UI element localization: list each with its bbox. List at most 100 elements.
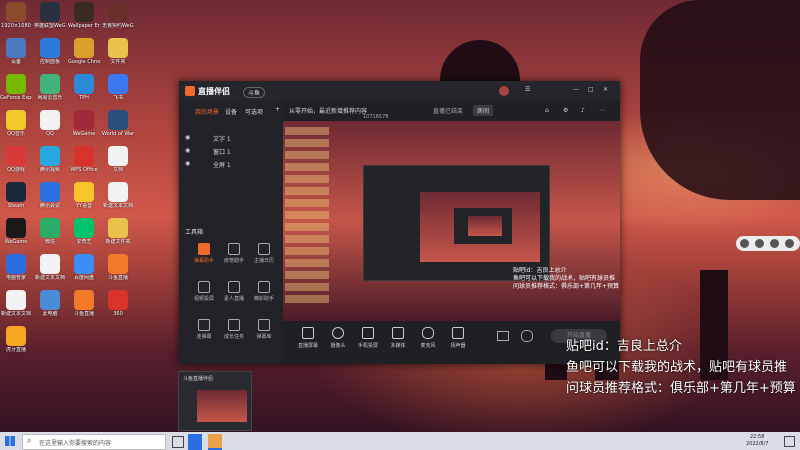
maximize-icon[interactable]: □ (588, 86, 594, 93)
desktop-icon[interactable]: 飞书 (102, 74, 134, 101)
close-icon[interactable]: ✕ (603, 86, 608, 93)
desktop-icon[interactable]: 斗鱼直播 (68, 290, 100, 317)
desktop-icon[interactable]: 此电脑 (34, 290, 66, 317)
taskbar-search[interactable]: ⌕ 在这里输入你要搜索的内容 (22, 434, 166, 450)
eye-icon[interactable]: ◉ (185, 134, 190, 141)
desktop-icon[interactable]: WeGame (0, 218, 32, 245)
desktop-icon-label: 控制面板 (39, 59, 60, 65)
floating-button-4[interactable] (785, 239, 794, 248)
desktop-icon[interactable]: 微信 (34, 218, 66, 245)
desktop-icon[interactable]: WPS Office (68, 146, 100, 173)
eye-icon[interactable]: ◉ (185, 147, 190, 154)
desktop-icon[interactable]: 电脑管家 (0, 254, 32, 281)
task-view-icon[interactable] (172, 436, 184, 448)
clock-date[interactable]: 2022/8/7 (746, 441, 768, 447)
desktop-icon[interactable]: WeGame (68, 110, 100, 137)
desktop-icon[interactable]: 设备 (0, 38, 32, 65)
desktop-icon[interactable]: 无畏契约WeGame版 (102, 2, 134, 29)
desktop-icon[interactable]: 虎牙直播 (0, 326, 32, 353)
floating-button-2[interactable] (755, 239, 764, 248)
more-icon[interactable]: ⋯ (599, 107, 605, 114)
tab-my-scenes[interactable]: 我的场景 (195, 107, 219, 116)
tool-room-admin[interactable]: 房管助手 (217, 241, 251, 269)
desktop-icon[interactable]: QQ游戏 (0, 146, 32, 173)
add-media-button[interactable]: 多媒体 (385, 327, 411, 349)
desktop-icon[interactable]: 文件夹 (102, 38, 134, 65)
desktop-icon[interactable]: 新建文本文档 (34, 254, 66, 281)
caption-line-1: 贴吧id：吉良上总介 (566, 339, 682, 354)
add-scene-icon[interactable]: + (275, 106, 280, 113)
desktop-icon[interactable]: Wallpaper Engine (68, 2, 100, 29)
desktop-icon-label: 文档 (112, 167, 123, 173)
desktop-icon[interactable]: QQ (34, 110, 66, 137)
menu-icon[interactable]: ☰ (525, 86, 530, 93)
notification-icon[interactable] (784, 436, 795, 447)
tool-danmaku-library[interactable]: 弹幕库 (247, 317, 281, 345)
scene-item-3[interactable]: ◉ 全屏 1 (183, 159, 279, 169)
app-icon (6, 254, 26, 274)
desktop-icon[interactable]: 文档 (102, 146, 134, 173)
tab-devices[interactable]: 设备 (225, 107, 237, 116)
desktop-icon[interactable]: YY语音 (68, 182, 100, 209)
add-phone-cast-button[interactable]: 手机投屏 (355, 327, 381, 349)
add-camera-button[interactable]: 摄像头 (325, 327, 351, 349)
desktop-icon[interactable]: World of Warships (102, 110, 134, 137)
tab-options[interactable]: 可选项 (245, 107, 263, 116)
clock-time[interactable]: 22:58 (750, 434, 764, 440)
desktop-icon[interactable]: GeForce Experience (0, 74, 32, 101)
app-icon (6, 290, 26, 310)
desktop-icon[interactable]: 爱奇艺 (68, 218, 100, 245)
settings-icon[interactable]: ⚙ (563, 107, 568, 114)
desktop-icon-label: 微信 (44, 239, 55, 245)
taskbar-preview-thumbnail[interactable]: 斗鱼直播伴侣 (178, 371, 252, 431)
start-button[interactable] (5, 436, 15, 446)
microphone-button[interactable]: 麦克风 (415, 327, 441, 349)
speaker-button[interactable]: 扬声器 (445, 327, 471, 349)
share-icon[interactable]: ⌂ (545, 107, 549, 114)
floating-button-3[interactable] (770, 239, 779, 248)
room-button[interactable]: 房间 (473, 105, 494, 116)
desktop-icon[interactable]: 新建文本文档 (102, 182, 134, 209)
scene-item-1[interactable]: ◉ 文字 1 (183, 133, 279, 143)
desktop-icon[interactable]: 控制面板 (34, 38, 66, 65)
stream-preview[interactable]: 贴吧id：吉良上总介 鱼吧可以下载我的战术，贴吧有球员推 问球员推荐格式：俱乐部… (283, 121, 620, 321)
taskbar-app-active[interactable] (208, 434, 222, 450)
tool-growth-tasks[interactable]: 成长任务 (217, 317, 251, 345)
desktop-icon[interactable]: 新建文本文档 (0, 290, 32, 317)
desktop-icon[interactable]: 斗鱼直播 (102, 254, 134, 281)
desktop-icon[interactable]: TPH (68, 74, 100, 101)
window-titlebar[interactable]: 直播伴侣 斗鱼 ☰ — □ ✕ (179, 81, 620, 101)
desktop-icon[interactable]: Steam (0, 182, 32, 209)
desktop-icon[interactable]: 1920×1080 (0, 2, 32, 29)
tool-highlights[interactable]: 精彩助手 (247, 279, 281, 307)
desktop-icon[interactable]: 英雄联盟WeGame版 (34, 2, 66, 29)
tool-video-cast[interactable]: 视频投屏 (187, 279, 221, 307)
bell-icon[interactable]: ♪ (581, 107, 585, 114)
minimize-icon[interactable]: — (573, 86, 579, 93)
desktop-icon[interactable]: Google Chrome (68, 38, 100, 65)
tool-danmaku-link[interactable]: 连弹幕 (187, 317, 221, 345)
tool-streamer-calendar[interactable]: 主播日历 (247, 241, 281, 269)
app-logo-icon (185, 86, 195, 96)
add-screen-capture-button[interactable]: 直播屏幕 (295, 327, 321, 349)
desktop-icon[interactable]: QQ音乐 (0, 110, 32, 137)
avatar[interactable] (499, 86, 509, 96)
desktop-icon[interactable]: 360 (102, 290, 134, 317)
tool-danmaku-helper[interactable]: 弹幕助手 (187, 241, 221, 269)
desktop-icon[interactable]: 新建文件夹 (102, 218, 134, 245)
app-icon (74, 2, 94, 22)
settings-gear-icon[interactable] (521, 330, 533, 342)
app-badge[interactable]: 斗鱼 (243, 87, 266, 98)
tool-amateur-live[interactable]: 素人直播 (217, 279, 251, 307)
eye-icon[interactable]: ◉ (185, 160, 190, 167)
desktop-icon[interactable]: 网易云音乐 (34, 74, 66, 101)
desktop-icon-label: 新建文件夹 (105, 239, 131, 245)
desktop-icon[interactable]: 百度网盘 (68, 254, 100, 281)
floating-button-1[interactable] (740, 239, 749, 248)
desktop-icon[interactable]: 腾讯视频 (34, 146, 66, 173)
video-icon[interactable] (497, 331, 509, 341)
background-cliff-right (640, 0, 800, 200)
taskbar-app-livecompanion[interactable] (188, 434, 202, 450)
desktop-icon[interactable]: 腾讯会议 (34, 182, 66, 209)
scene-item-2[interactable]: ◉ 窗口 1 (183, 146, 279, 156)
